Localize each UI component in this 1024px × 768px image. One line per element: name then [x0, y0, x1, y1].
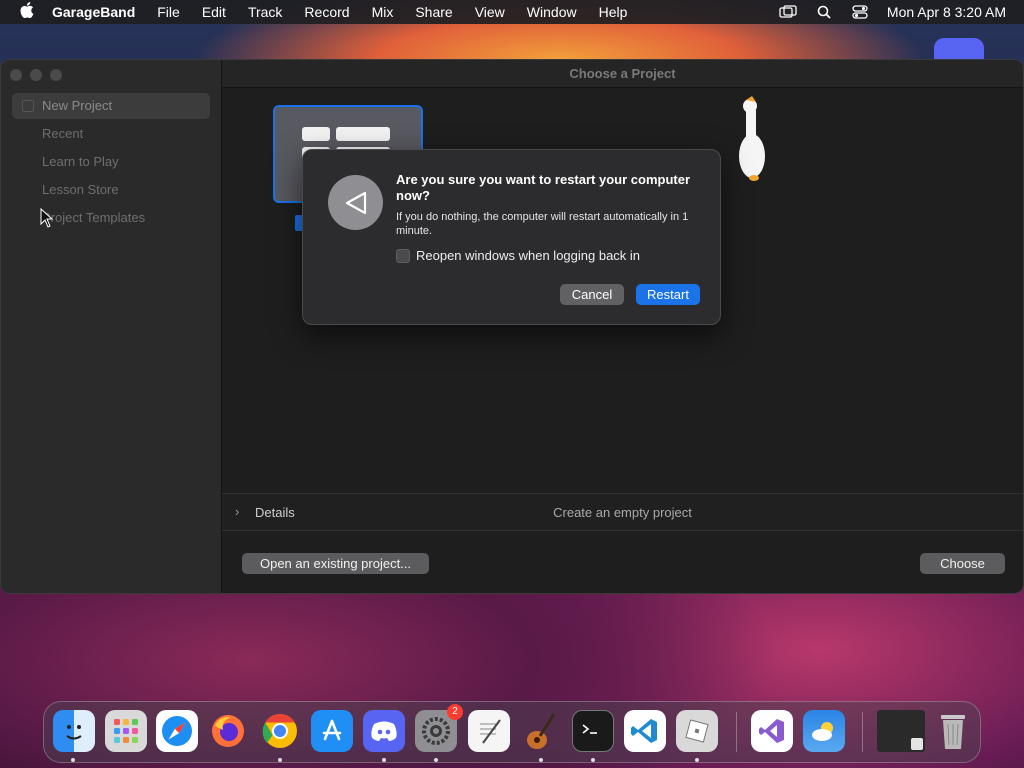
garageband-icon[interactable] — [520, 710, 562, 752]
sidebar-item-label: Project Templates — [42, 210, 146, 225]
menu-view[interactable]: View — [475, 4, 505, 20]
checkbox-label[interactable]: Reopen windows when logging back in — [416, 248, 640, 263]
cancel-button[interactable]: Cancel — [560, 284, 624, 305]
alert-message: If you do nothing, the computer will res… — [396, 211, 689, 237]
sidebar-item-lesson-store[interactable]: Lesson Store — [12, 177, 210, 203]
document-icon — [22, 100, 34, 112]
details-row: › Details Create an empty project — [222, 493, 1023, 531]
spotlight-search-icon[interactable] — [815, 5, 833, 19]
roblox-mini-icon — [911, 738, 923, 750]
notification-badge: 2 — [447, 704, 463, 720]
garageband-window: New Project Recent Learn to Play Lesson … — [0, 59, 1024, 594]
goose-icon — [739, 96, 765, 181]
trash-icon[interactable] — [932, 710, 974, 752]
running-indicator — [695, 758, 699, 762]
app-store-icon[interactable] — [311, 710, 353, 752]
running-indicator — [591, 758, 595, 762]
menu-share[interactable]: Share — [415, 4, 452, 20]
menu-window[interactable]: Window — [527, 4, 577, 20]
running-indicator — [278, 758, 282, 762]
desktop-discord-icon[interactable] — [934, 38, 984, 60]
sidebar-item-label: New Project — [42, 98, 113, 113]
dock: 2 — [43, 701, 981, 763]
running-indicator — [382, 758, 386, 762]
template-description: Create an empty project — [553, 505, 692, 520]
sidebar: New Project Recent Learn to Play Lesson … — [1, 60, 222, 593]
weather-icon[interactable] — [803, 710, 845, 752]
menu-edit[interactable]: Edit — [202, 4, 226, 20]
running-indicator — [539, 758, 543, 762]
sidebar-item-label: Lesson Store — [42, 182, 119, 197]
open-existing-project-button[interactable]: Open an existing project... — [242, 553, 429, 574]
sidebar-item-learn-to-play[interactable]: Learn to Play — [12, 149, 210, 175]
running-indicator — [71, 758, 75, 762]
template-track-block — [336, 127, 390, 141]
textedit-icon[interactable] — [468, 710, 510, 752]
close-window-button[interactable] — [10, 69, 22, 81]
reopen-windows-checkbox[interactable]: Reopen windows when logging back in — [396, 248, 640, 263]
roblox-icon[interactable] — [676, 710, 718, 752]
dock-separator — [862, 712, 863, 752]
menu-track[interactable]: Track — [248, 4, 282, 20]
recent-window-icon[interactable] — [877, 710, 925, 752]
alert-title: Are you sure you want to restart your co… — [396, 172, 691, 203]
apple-menu-icon[interactable] — [18, 1, 36, 23]
restart-triangle-icon — [328, 175, 383, 230]
menu-help[interactable]: Help — [599, 4, 628, 20]
sidebar-item-label: Learn to Play — [42, 154, 119, 169]
zoom-window-button[interactable] — [50, 69, 62, 81]
template-track-block — [302, 127, 330, 141]
window-controls — [10, 69, 62, 81]
terminal-icon[interactable] — [572, 710, 614, 752]
firefox-icon[interactable] — [207, 710, 249, 752]
choose-button[interactable]: Choose — [920, 553, 1005, 574]
visual-studio-icon[interactable] — [751, 710, 793, 752]
launchpad-icon[interactable] — [105, 710, 147, 752]
minimize-window-button[interactable] — [30, 69, 42, 81]
main-content: Choose a Project › Details Create an emp… — [222, 60, 1023, 593]
control-center-icon[interactable] — [851, 5, 869, 19]
chrome-icon[interactable] — [259, 710, 301, 752]
restart-alert-dialog: Are you sure you want to restart your co… — [302, 149, 721, 325]
safari-icon[interactable] — [156, 710, 198, 752]
menu-clock[interactable]: Mon Apr 8 3:20 AM — [887, 4, 1006, 20]
discord-icon[interactable] — [363, 710, 405, 752]
checkbox-box[interactable] — [396, 248, 410, 263]
menu-mix[interactable]: Mix — [372, 4, 394, 20]
restart-button[interactable]: Restart — [636, 284, 700, 305]
menu-file[interactable]: File — [157, 4, 180, 20]
screen-mirroring-icon[interactable] — [779, 5, 797, 19]
finder-icon[interactable] — [53, 710, 95, 752]
menu-app-name[interactable]: GarageBand — [52, 4, 135, 20]
window-title: Choose a Project — [222, 60, 1023, 88]
sidebar-item-recent[interactable]: Recent — [12, 121, 210, 147]
sidebar-item-new-project[interactable]: New Project — [12, 93, 210, 119]
system-settings-icon[interactable]: 2 — [415, 704, 463, 752]
dock-separator — [736, 712, 737, 752]
running-indicator — [434, 758, 438, 762]
vscode-icon[interactable] — [624, 710, 666, 752]
mouse-cursor-icon — [40, 208, 54, 228]
menu-bar: GarageBand File Edit Track Record Mix Sh… — [0, 0, 1024, 24]
menu-record[interactable]: Record — [304, 4, 349, 20]
sidebar-item-label: Recent — [42, 126, 84, 141]
